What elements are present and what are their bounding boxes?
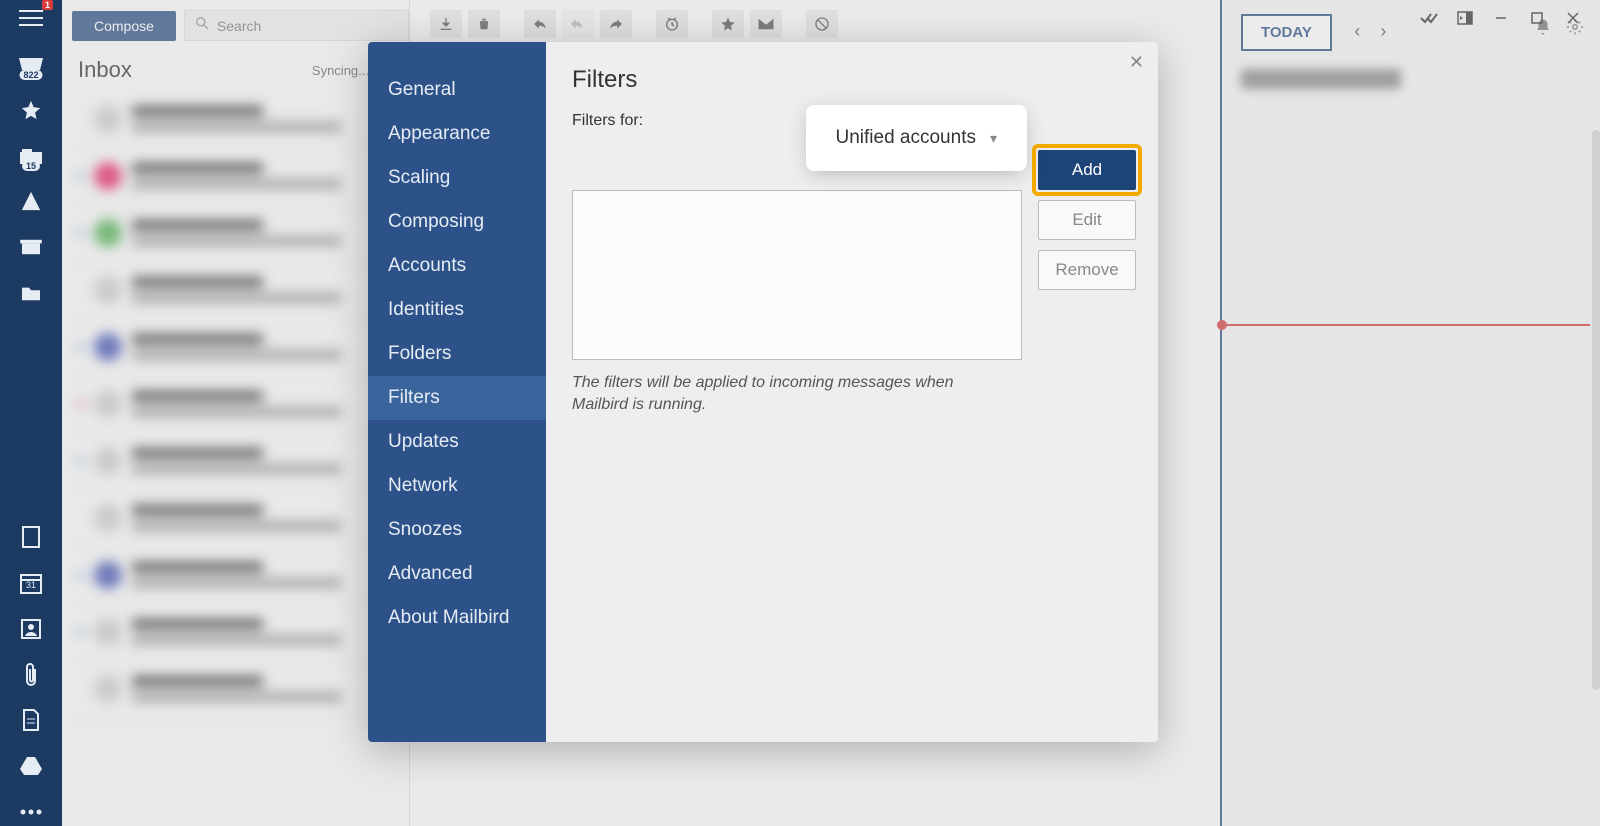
mail-item[interactable] [72, 262, 399, 319]
mail-item[interactable] [72, 547, 399, 604]
calendar-icon[interactable]: 31 [11, 569, 51, 597]
mail-item[interactable] [72, 91, 399, 148]
spam-button[interactable] [806, 10, 838, 38]
inbox-count-badge: 822 [19, 70, 42, 80]
archive-button[interactable] [430, 10, 462, 38]
settings-sidebar: GeneralAppearanceScalingComposingAccount… [368, 42, 546, 742]
now-indicator [1222, 324, 1590, 326]
mail-list-panel: Compose Inbox Syncing... [62, 0, 410, 826]
mail-item[interactable] [72, 148, 399, 205]
inbox-title: Inbox [78, 57, 132, 83]
search-box[interactable] [184, 10, 409, 41]
forward-button[interactable] [600, 10, 632, 38]
calendar-timeline [1220, 0, 1590, 826]
scrollbar[interactable] [1592, 130, 1600, 690]
settings-title: Filters [572, 66, 1132, 94]
edit-filter-button[interactable]: Edit [1038, 200, 1136, 240]
folder-icon[interactable]: ▸ [11, 279, 51, 307]
task-icon[interactable] [1412, 4, 1446, 32]
notes-icon[interactable] [11, 523, 51, 551]
more-icon[interactable] [11, 798, 51, 826]
mail-item[interactable] [72, 205, 399, 262]
panel-toggle-icon[interactable] [1448, 4, 1482, 32]
reply-all-button[interactable] [562, 10, 594, 38]
drive-icon[interactable] [11, 752, 51, 780]
settings-nav-filters[interactable]: Filters [368, 376, 546, 420]
settings-nav-advanced[interactable]: Advanced [368, 552, 546, 596]
filters-note: The filters will be applied to incoming … [572, 372, 1002, 417]
message-toolbar [410, 0, 1220, 48]
star-icon[interactable] [11, 96, 51, 124]
settings-modal: ✕ GeneralAppearanceScalingComposingAccou… [368, 42, 1158, 742]
sync-label: Syncing... [312, 63, 369, 78]
account-dropdown[interactable]: Unified accounts ▾ [817, 116, 1017, 160]
archive-icon[interactable] [11, 233, 51, 261]
settings-nav-updates[interactable]: Updates [368, 420, 546, 464]
drafts-icon[interactable]: 15 [11, 142, 51, 170]
menu-badge: 1 [42, 0, 53, 10]
mail-item[interactable] [72, 319, 399, 376]
now-indicator-dot [1217, 320, 1227, 330]
chevron-down-icon: ▾ [990, 130, 997, 147]
document-icon[interactable] [11, 706, 51, 734]
settings-nav-snoozes[interactable]: Snoozes [368, 508, 546, 552]
settings-nav-network[interactable]: Network [368, 464, 546, 508]
remove-filter-button[interactable]: Remove [1038, 250, 1136, 290]
mail-item[interactable] [72, 661, 399, 718]
calendar-day-label: 31 [26, 580, 36, 590]
filters-list[interactable] [572, 190, 1022, 360]
settings-nav-scaling[interactable]: Scaling [368, 156, 546, 200]
settings-nav-composing[interactable]: Composing [368, 200, 546, 244]
compose-button[interactable]: Compose [72, 11, 176, 41]
search-input[interactable] [217, 18, 398, 34]
attachments-icon[interactable] [11, 661, 51, 689]
mail-list [62, 91, 409, 718]
account-selected: Unified accounts [836, 127, 976, 149]
menu-icon[interactable]: 1 [11, 4, 51, 32]
window-controls [1402, 0, 1600, 36]
close-button[interactable] [1556, 4, 1590, 32]
search-icon [195, 16, 209, 35]
maximize-button[interactable] [1520, 4, 1554, 32]
delete-button[interactable] [468, 10, 500, 38]
settings-nav-appearance[interactable]: Appearance [368, 112, 546, 156]
mail-item[interactable] [72, 604, 399, 661]
reply-button[interactable] [524, 10, 556, 38]
mark-read-button[interactable] [750, 10, 782, 38]
drafts-count-badge: 15 [22, 161, 40, 171]
settings-nav-identities[interactable]: Identities [368, 288, 546, 332]
settings-content: Filters Filters for: Unified accounts ▾ … [546, 42, 1158, 742]
contacts-icon[interactable] [11, 615, 51, 643]
mail-item[interactable] [72, 376, 399, 433]
nav-rail: 1 822 15 ▸ 31 [0, 0, 62, 826]
mail-item[interactable] [72, 490, 399, 547]
mail-item[interactable] [72, 433, 399, 490]
calendar-panel: TODAY ‹ › [1220, 0, 1600, 826]
sent-icon[interactable] [11, 187, 51, 215]
minimize-button[interactable] [1484, 4, 1518, 32]
settings-nav-general[interactable]: General [368, 68, 546, 112]
settings-nav-folders[interactable]: Folders [368, 332, 546, 376]
settings-nav-accounts[interactable]: Accounts [368, 244, 546, 288]
inbox-icon[interactable]: 822 [11, 50, 51, 78]
star-button[interactable] [712, 10, 744, 38]
add-filter-button[interactable]: Add [1038, 150, 1136, 190]
snooze-button[interactable] [656, 10, 688, 38]
settings-nav-about-mailbird[interactable]: About Mailbird [368, 596, 546, 640]
